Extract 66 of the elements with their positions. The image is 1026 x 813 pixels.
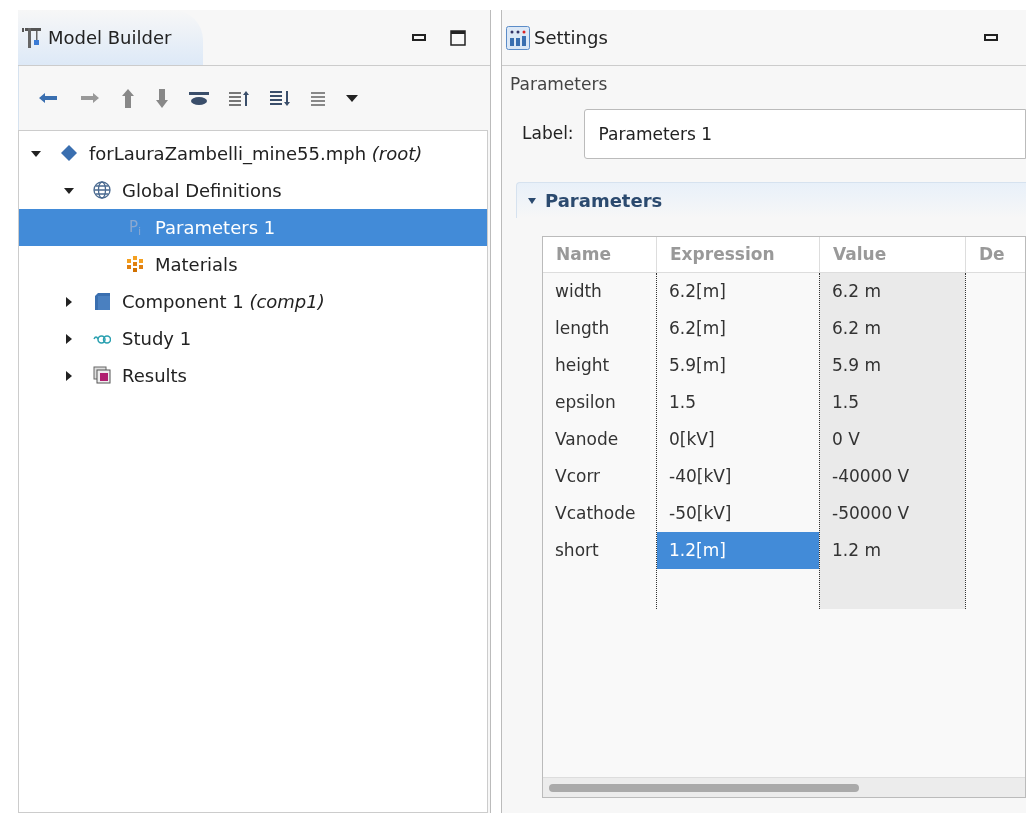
- tree-item-label: Component 1 (comp1): [122, 290, 325, 314]
- tree-item[interactable]: forLauraZambelli_mine55.mph (root): [19, 135, 487, 172]
- list-icon[interactable]: [311, 89, 325, 107]
- up-arrow-icon[interactable]: [121, 88, 135, 108]
- cube-icon: [93, 292, 111, 311]
- table-cell[interactable]: 5.9[m]: [657, 347, 819, 384]
- tree-item-label: Results: [122, 364, 187, 388]
- table-cell[interactable]: 1.5: [657, 384, 819, 421]
- tree-item[interactable]: Results: [19, 357, 487, 394]
- down-arrow-icon[interactable]: [155, 88, 169, 108]
- table-cell[interactable]: 0[kV]: [657, 421, 819, 458]
- globe-icon: [93, 181, 111, 200]
- minimize-icon[interactable]: [984, 33, 998, 42]
- table-cell[interactable]: 5.9 m: [820, 347, 965, 384]
- section-header[interactable]: Parameters: [516, 182, 1026, 218]
- table-cell[interactable]: height: [543, 347, 656, 384]
- table-cell[interactable]: 0 V: [820, 421, 965, 458]
- parameter-symbol: P$_{i}$: [128, 217, 142, 239]
- tree-item-label: Study 1: [122, 327, 192, 351]
- table-cell[interactable]: 1.5: [820, 384, 965, 421]
- table-cell[interactable]: short: [543, 532, 656, 569]
- caret-icon: [527, 196, 537, 205]
- table-cell[interactable]: 6.2[m]: [657, 273, 819, 310]
- dropdown-icon[interactable]: [345, 93, 359, 103]
- settings-heading: Parameters: [509, 73, 609, 96]
- forward-arrow-icon[interactable]: [79, 90, 101, 106]
- tree-item-label: Materials: [155, 253, 238, 277]
- settings-icon: [506, 25, 530, 50]
- label-field[interactable]: Parameters 1: [583, 109, 1026, 159]
- tree-item[interactable]: P$_{i}$ Parameters 1: [19, 209, 487, 246]
- tree-item[interactable]: Study 1: [19, 320, 487, 357]
- field-label: Label:: [522, 122, 574, 146]
- back-arrow-icon[interactable]: [37, 90, 59, 106]
- glasses-icon: [93, 333, 111, 344]
- table-cell[interactable]: Vcathode: [543, 495, 656, 532]
- scrollbar-thumb[interactable]: [549, 783, 859, 792]
- minimize-icon[interactable]: [412, 33, 426, 42]
- table-cell[interactable]: 1.2 m: [820, 532, 965, 569]
- tree-item[interactable]: Component 1 (comp1): [19, 283, 487, 320]
- table-cell[interactable]: 6.2[m]: [657, 310, 819, 347]
- grid-blocks-icon: [126, 255, 144, 274]
- maximize-icon[interactable]: [450, 29, 466, 46]
- list-up-icon[interactable]: [229, 89, 250, 107]
- table-cell[interactable]: 1.2[m]: [657, 532, 819, 569]
- tree-item-label: Global Definitions: [122, 179, 282, 203]
- table-cell[interactable]: 6.2 m: [820, 273, 965, 310]
- table-cell[interactable]: -50[kV]: [657, 495, 819, 532]
- list-down-icon[interactable]: [270, 89, 291, 107]
- tree-item[interactable]: Global Definitions: [19, 172, 487, 209]
- tree-item[interactable]: Materials: [19, 246, 487, 283]
- table-cell[interactable]: 6.2 m: [820, 310, 965, 347]
- table-cell[interactable]: length: [543, 310, 656, 347]
- stacked-windows-icon: [93, 366, 111, 385]
- table-cell[interactable]: Vcorr: [543, 458, 656, 495]
- table-cell[interactable]: -40[kV]: [657, 458, 819, 495]
- table-cell[interactable]: Vanode: [543, 421, 656, 458]
- tree-item-label: forLauraZambelli_mine55.mph (root): [89, 142, 423, 167]
- crane-icon: [22, 25, 44, 50]
- table-cell[interactable]: -50000 V: [820, 495, 965, 532]
- horizontal-scrollbar[interactable]: [543, 777, 1025, 797]
- file-icon: [60, 144, 78, 163]
- tree-item-label: Parameters 1: [155, 216, 276, 240]
- table-cell[interactable]: -40000 V: [820, 458, 965, 495]
- table-cell[interactable]: width: [543, 273, 656, 310]
- panel-tab-title[interactable]: Settings: [534, 24, 608, 51]
- table-cell[interactable]: epsilon: [543, 384, 656, 421]
